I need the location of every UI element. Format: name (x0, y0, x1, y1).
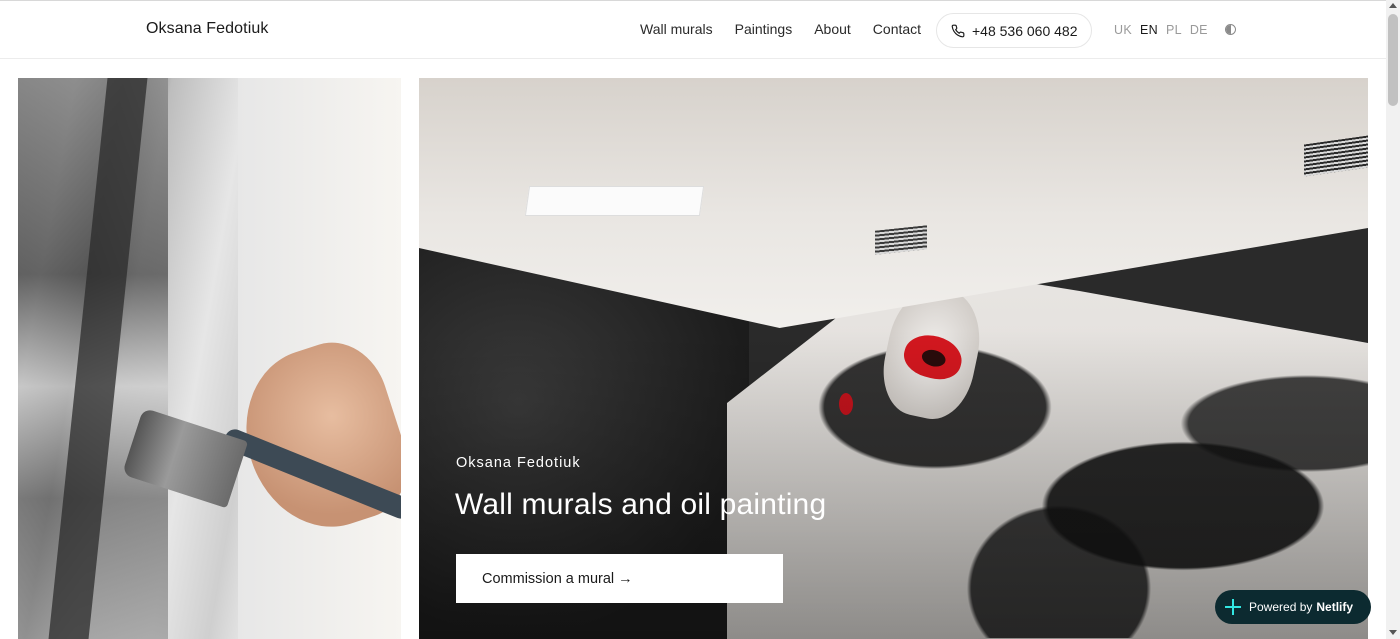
painter-brush-photo (18, 78, 401, 639)
phone-button[interactable]: +48 536 060 482 (936, 13, 1092, 48)
netlify-icon (1225, 599, 1241, 615)
hero-title: Wall murals and oil painting (455, 488, 827, 521)
main-nav: Wall murals Paintings About Contact (640, 21, 943, 37)
nav-paintings[interactable]: Paintings (735, 21, 793, 37)
lang-de[interactable]: DE (1190, 23, 1208, 37)
badge-prefix: Powered by (1249, 600, 1313, 614)
hero-eyebrow: Oksana Fedotiuk (456, 455, 581, 471)
badge-brand: Netlify (1316, 600, 1354, 614)
brand-logo[interactable]: Oksana Fedotiuk (146, 20, 268, 38)
language-switcher: UK EN PL DE (1114, 23, 1216, 37)
phone-icon (951, 24, 965, 37)
page-scrollbar[interactable] (1386, 0, 1400, 639)
nav-about[interactable]: About (814, 21, 851, 37)
nav-wall-murals[interactable]: Wall murals (640, 21, 713, 37)
scroll-down-icon[interactable] (1389, 630, 1397, 635)
lang-en[interactable]: EN (1140, 23, 1158, 37)
contrast-icon[interactable] (1225, 24, 1236, 35)
site-header: Oksana Fedotiuk Wall murals Paintings Ab… (0, 0, 1386, 59)
netlify-badge[interactable]: Powered by Netlify (1215, 590, 1371, 624)
nav-contact[interactable]: Contact (873, 21, 921, 37)
commission-mural-button[interactable]: Commission a mural → (456, 554, 783, 603)
lang-uk[interactable]: UK (1114, 23, 1132, 37)
lang-pl[interactable]: PL (1166, 23, 1182, 37)
scroll-thumb[interactable] (1388, 14, 1398, 106)
phone-number: +48 536 060 482 (972, 22, 1078, 39)
scroll-up-icon[interactable] (1389, 3, 1397, 8)
